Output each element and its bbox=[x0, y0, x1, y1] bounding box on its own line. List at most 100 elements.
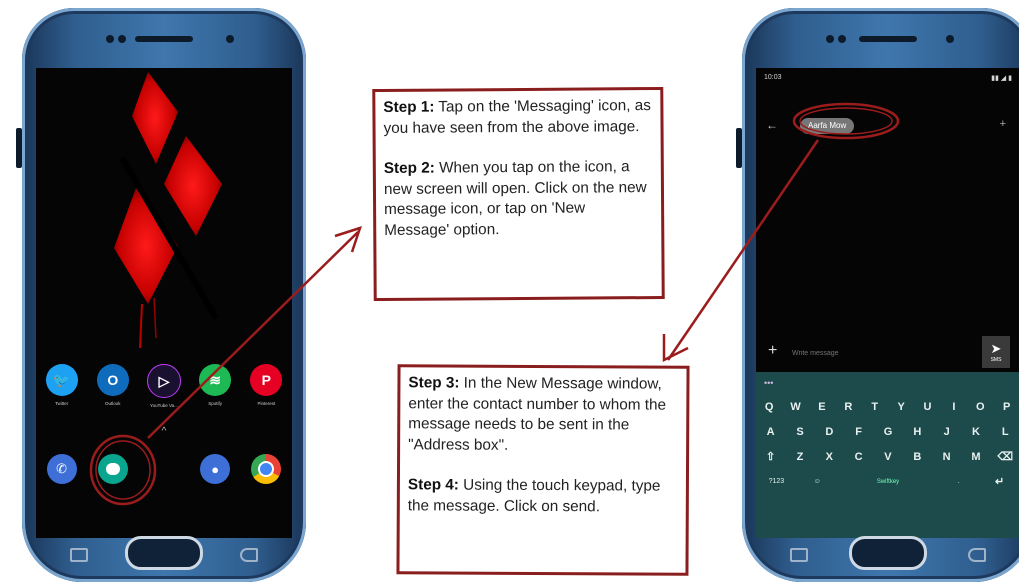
compose-bar: + ➤ SMS bbox=[756, 334, 1019, 370]
key[interactable]: X bbox=[819, 451, 839, 463]
step-4: Step 4: Using the touch keypad, type the… bbox=[408, 475, 679, 517]
key[interactable]: N bbox=[937, 451, 957, 463]
step-1-label: Step 1: bbox=[383, 98, 435, 116]
status-bar: 10:03 ▮▮ ◢ ▮ bbox=[764, 74, 1012, 86]
home-button[interactable] bbox=[849, 536, 927, 570]
volume-button bbox=[736, 128, 742, 168]
key[interactable]: Q bbox=[759, 401, 779, 413]
app-label: Pinterest bbox=[257, 401, 276, 406]
key[interactable]: K bbox=[966, 426, 986, 438]
key[interactable]: F bbox=[849, 426, 869, 438]
key[interactable]: P bbox=[997, 401, 1017, 413]
key[interactable]: Y bbox=[891, 401, 911, 413]
key[interactable]: C bbox=[849, 451, 869, 463]
app-twitter[interactable]: 🐦 Twitter bbox=[42, 364, 82, 408]
key[interactable]: U bbox=[918, 401, 938, 413]
send-button[interactable]: ➤ SMS bbox=[982, 336, 1010, 368]
contacts-icon[interactable]: ● bbox=[200, 454, 231, 484]
app-spotify[interactable]: ≋ Spotify bbox=[195, 364, 235, 408]
step-2: Step 2: When you tap on the icon, a new … bbox=[384, 157, 655, 241]
shift-key[interactable]: ⇧ bbox=[761, 450, 781, 463]
home-button[interactable] bbox=[125, 536, 203, 570]
app-row: 🐦 Twitter O Outlook ▷ YouTube Va... ≋ Sp… bbox=[36, 364, 292, 408]
sensor-dot bbox=[826, 35, 834, 43]
app-label: Spotify bbox=[208, 401, 223, 406]
outlook-icon[interactable]: O bbox=[96, 364, 129, 396]
status-time: 10:03 bbox=[764, 74, 782, 81]
key[interactable]: B bbox=[907, 451, 927, 463]
key[interactable]: D bbox=[819, 426, 839, 438]
key[interactable]: E bbox=[812, 401, 832, 413]
key[interactable]: S bbox=[790, 426, 810, 438]
enter-key[interactable]: ↵ bbox=[990, 475, 1010, 488]
step-2-label: Step 2: bbox=[383, 159, 435, 177]
back-arrow-icon[interactable]: ← bbox=[766, 118, 778, 132]
back-key[interactable] bbox=[968, 548, 986, 562]
earpiece bbox=[859, 36, 917, 42]
keyboard-toolbar[interactable]: ••• bbox=[756, 372, 1019, 394]
twitter-icon[interactable]: 🐦 bbox=[45, 364, 78, 396]
key[interactable]: R bbox=[838, 401, 858, 413]
left-phone: 🐦 Twitter O Outlook ▷ YouTube Va... ≋ Sp… bbox=[16, 8, 306, 582]
send-label: SMS bbox=[990, 357, 1002, 363]
recent-apps-key[interactable] bbox=[790, 548, 808, 562]
step-box-3-4: Step 3: In the New Message window, enter… bbox=[396, 364, 690, 576]
key[interactable]: Z bbox=[790, 451, 810, 463]
back-key[interactable] bbox=[240, 548, 258, 562]
arrowhead-icon bbox=[334, 226, 362, 253]
step-3: Step 3: In the New Message window, enter… bbox=[408, 373, 679, 456]
send-icon: ➤ bbox=[990, 341, 1002, 356]
keyboard-row-2: A S D F G H J K L bbox=[756, 419, 1019, 444]
front-camera bbox=[946, 35, 954, 43]
symbols-key[interactable]: ?123 bbox=[766, 478, 786, 485]
emoji-key[interactable]: ☺ bbox=[807, 478, 827, 485]
period-key[interactable]: . bbox=[949, 478, 969, 485]
earpiece bbox=[135, 36, 193, 42]
key[interactable]: T bbox=[865, 401, 885, 413]
key[interactable]: L bbox=[995, 426, 1015, 438]
add-person-icon[interactable]: + bbox=[1000, 118, 1006, 130]
step-3-label: Step 3: bbox=[408, 374, 460, 392]
recent-apps-key[interactable] bbox=[70, 548, 88, 562]
key[interactable]: M bbox=[966, 451, 986, 463]
key[interactable]: O bbox=[970, 401, 990, 413]
key[interactable]: J bbox=[937, 426, 957, 438]
phone-icon[interactable]: ✆ bbox=[46, 454, 77, 484]
message-input[interactable] bbox=[790, 346, 914, 360]
key[interactable]: G bbox=[878, 426, 898, 438]
keyboard-row-4: ?123 ☺ Swiftkey . ↵ bbox=[756, 469, 1019, 494]
pinterest-icon[interactable]: P bbox=[250, 364, 283, 396]
messaging-icon[interactable] bbox=[97, 454, 128, 484]
space-key[interactable]: Swiftkey bbox=[848, 479, 928, 485]
backspace-key[interactable]: ⌫ bbox=[995, 450, 1015, 463]
key[interactable]: H bbox=[907, 426, 927, 438]
sensor-dot bbox=[838, 35, 846, 43]
sensor-dot bbox=[106, 35, 114, 43]
right-phone: 10:03 ▮▮ ◢ ▮ ← Aarfa Mow + + ➤ SMS ••• Q… bbox=[736, 8, 1019, 582]
app-pinterest[interactable]: P Pinterest bbox=[246, 364, 286, 408]
spotify-icon[interactable]: ≋ bbox=[199, 364, 232, 396]
keyboard: ••• Q W E R T Y U I O P A S D F G H J K … bbox=[756, 372, 1019, 538]
key[interactable]: W bbox=[786, 401, 806, 413]
chrome-icon[interactable] bbox=[251, 454, 282, 484]
key[interactable]: I bbox=[944, 401, 964, 413]
youtube-vanced-icon[interactable]: ▷ bbox=[146, 364, 181, 398]
key[interactable]: A bbox=[761, 426, 781, 438]
app-youtube-vanced[interactable]: ▷ YouTube Va... bbox=[144, 364, 184, 408]
dock: ✆ ● bbox=[36, 454, 292, 484]
home-screen: 🐦 Twitter O Outlook ▷ YouTube Va... ≋ Sp… bbox=[36, 68, 292, 538]
key[interactable]: V bbox=[878, 451, 898, 463]
app-outlook[interactable]: O Outlook bbox=[93, 364, 133, 408]
app-label: YouTube Va... bbox=[150, 403, 178, 408]
new-message-header: ← Aarfa Mow + bbox=[756, 114, 1019, 138]
status-icons: ▮▮ ◢ ▮ bbox=[991, 75, 1012, 82]
messaging-screen: 10:03 ▮▮ ◢ ▮ ← Aarfa Mow + + ➤ SMS ••• Q… bbox=[756, 68, 1019, 538]
step-box-1-2: Step 1: Tap on the 'Messaging' icon, as … bbox=[372, 86, 665, 302]
wallpaper-art bbox=[114, 72, 222, 349]
step-1: Step 1: Tap on the 'Messaging' icon, as … bbox=[383, 96, 653, 139]
app-drawer-chevron-icon[interactable]: ^ bbox=[162, 426, 167, 437]
attach-plus-icon[interactable]: + bbox=[768, 342, 777, 360]
recipient-chip[interactable]: Aarfa Mow bbox=[800, 118, 855, 134]
app-label: Twitter bbox=[54, 401, 69, 406]
step-4-label: Step 4: bbox=[407, 476, 459, 494]
